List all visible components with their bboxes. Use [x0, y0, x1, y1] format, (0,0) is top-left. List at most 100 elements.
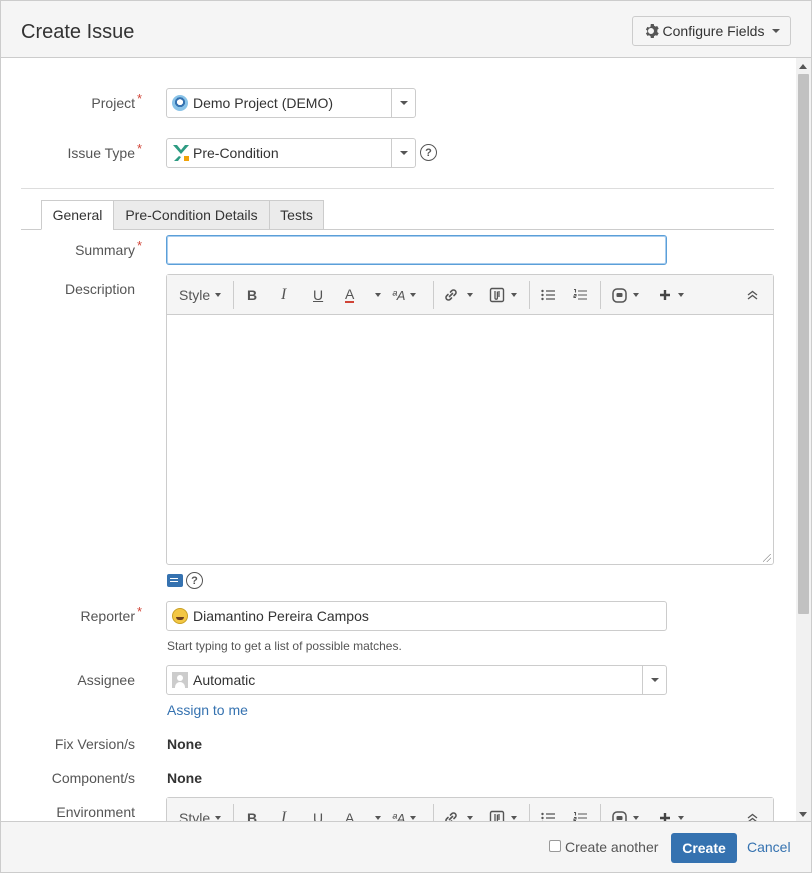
insert-more-dropdown[interactable] — [659, 798, 684, 823]
chevron-down-icon — [678, 816, 684, 820]
numbered-list-button[interactable] — [573, 275, 587, 315]
link-dropdown[interactable] — [443, 275, 473, 315]
project-avatar-icon — [172, 95, 188, 111]
underline-button[interactable]: U — [313, 798, 323, 823]
configure-fields-label: Configure Fields — [662, 23, 765, 39]
fix-versions-value: None — [167, 736, 202, 752]
tab-general[interactable]: General — [41, 200, 114, 230]
issue-type-dropdown-toggle[interactable] — [391, 139, 415, 167]
bold-button[interactable]: B — [247, 798, 257, 823]
italic-button[interactable]: I — [281, 275, 286, 315]
collapse-toolbar-button[interactable] — [747, 275, 758, 315]
chevron-down-icon — [650, 678, 659, 682]
cancel-link[interactable]: Cancel — [747, 839, 791, 855]
assignee-dropdown-toggle[interactable] — [642, 666, 666, 694]
configure-fields-button[interactable]: Configure Fields — [632, 16, 791, 46]
create-another-checkbox[interactable] — [549, 840, 561, 852]
text-color-dropdown[interactable] — [370, 275, 381, 315]
resize-handle-icon[interactable] — [763, 554, 771, 562]
environment-editor: Style B I U A ªA — [166, 797, 774, 823]
double-chevron-up-icon — [747, 290, 758, 300]
description-editor: Style B I U A ªA — [166, 274, 774, 565]
scroll-up-arrow-icon[interactable] — [799, 64, 807, 69]
components-label: Component/s — [51, 770, 135, 786]
create-button[interactable]: Create — [671, 833, 737, 863]
issue-type-select[interactable]: Pre-Condition — [166, 138, 416, 168]
chevron-down-icon — [410, 293, 417, 297]
editor-toolbar: Style B I U A ªA — [167, 798, 773, 823]
text-color-dropdown[interactable] — [370, 798, 381, 823]
collapse-toolbar-button[interactable] — [747, 798, 758, 823]
style-dropdown[interactable]: Style — [179, 798, 222, 823]
bullet-list-button[interactable] — [541, 275, 555, 315]
reporter-picker[interactable]: Diamantino Pereira Campos — [166, 601, 667, 631]
precondition-type-icon — [173, 145, 189, 161]
insert-more-dropdown[interactable] — [659, 275, 684, 315]
numbered-list-button[interactable] — [573, 798, 587, 823]
assignee-label: Assignee — [77, 672, 135, 688]
help-icon[interactable]: ? — [420, 144, 437, 161]
tab-pre-condition-details[interactable]: Pre-Condition Details — [113, 200, 270, 230]
link-icon — [445, 289, 457, 301]
attachment-dropdown[interactable] — [489, 798, 517, 823]
link-dropdown[interactable] — [443, 798, 473, 823]
components-value: None — [167, 770, 202, 786]
chevron-down-icon — [215, 293, 222, 297]
scrollbar-thumb[interactable] — [798, 74, 809, 614]
underline-button[interactable]: U — [313, 275, 323, 315]
summary-input[interactable] — [166, 235, 667, 265]
create-another-label[interactable]: Create another — [565, 839, 658, 855]
editor-toolbar: Style B I U A ªA — [167, 275, 773, 315]
fix-versions-label: Fix Version/s — [54, 736, 135, 752]
wiki-markup-icon[interactable] — [167, 574, 183, 587]
emoticon-dropdown[interactable] — [612, 275, 639, 315]
project-label: Project * — [91, 91, 142, 111]
issue-type-label: Issue Type * — [67, 141, 142, 161]
chevron-down-icon — [410, 816, 417, 820]
summary-label: Summary * — [75, 238, 142, 258]
tab-tests[interactable]: Tests — [269, 200, 324, 230]
scroll-down-arrow-icon[interactable] — [799, 812, 807, 817]
attachment-icon — [489, 287, 505, 303]
chevron-down-icon — [467, 816, 473, 820]
text-color-button[interactable]: A — [345, 798, 354, 823]
reporter-hint: Start typing to get a list of possible m… — [167, 639, 402, 653]
bold-button[interactable]: B — [247, 275, 257, 315]
default-avatar-icon — [172, 672, 188, 688]
chevron-down-icon — [511, 816, 517, 820]
required-marker: * — [136, 238, 142, 253]
description-textarea[interactable] — [167, 315, 773, 564]
numbered-list-icon — [573, 288, 587, 300]
assignee-select[interactable]: Automatic — [166, 665, 667, 695]
dialog-title: Create Issue — [21, 21, 135, 43]
text-size-dropdown[interactable]: ªA — [392, 798, 417, 823]
issue-type-value: Pre-Condition — [193, 145, 279, 161]
toolbar-separator — [233, 281, 234, 309]
chevron-down-icon — [678, 293, 684, 297]
assignee-value: Automatic — [193, 672, 256, 688]
attachment-dropdown[interactable] — [489, 275, 517, 315]
help-icon[interactable]: ? — [186, 572, 203, 589]
reporter-value: Diamantino Pereira Campos — [193, 608, 369, 624]
user-avatar — [172, 608, 188, 624]
dialog-footer: Create another Create Cancel — [1, 821, 811, 872]
italic-button[interactable]: I — [281, 798, 286, 823]
project-dropdown-toggle[interactable] — [391, 89, 415, 117]
emoticon-dropdown[interactable] — [612, 798, 639, 823]
bullet-list-button[interactable] — [541, 798, 555, 823]
chevron-down-icon — [375, 293, 381, 297]
vertical-scrollbar[interactable] — [796, 58, 811, 823]
chevron-down-icon — [399, 101, 408, 105]
project-select[interactable]: Demo Project (DEMO) — [166, 88, 416, 118]
chevron-down-icon — [772, 29, 781, 33]
style-dropdown[interactable]: Style — [179, 275, 222, 315]
plus-icon — [660, 290, 670, 300]
assign-to-me-link[interactable]: Assign to me — [167, 702, 248, 718]
bullet-list-icon — [541, 289, 555, 301]
text-color-button[interactable]: A — [345, 275, 355, 315]
description-label: Description — [64, 281, 135, 297]
chevron-down-icon — [399, 151, 408, 155]
dialog-header: Create Issue Configure Fields — [1, 1, 811, 58]
chevron-down-icon — [215, 816, 222, 820]
text-size-dropdown[interactable]: ªA — [392, 275, 417, 315]
